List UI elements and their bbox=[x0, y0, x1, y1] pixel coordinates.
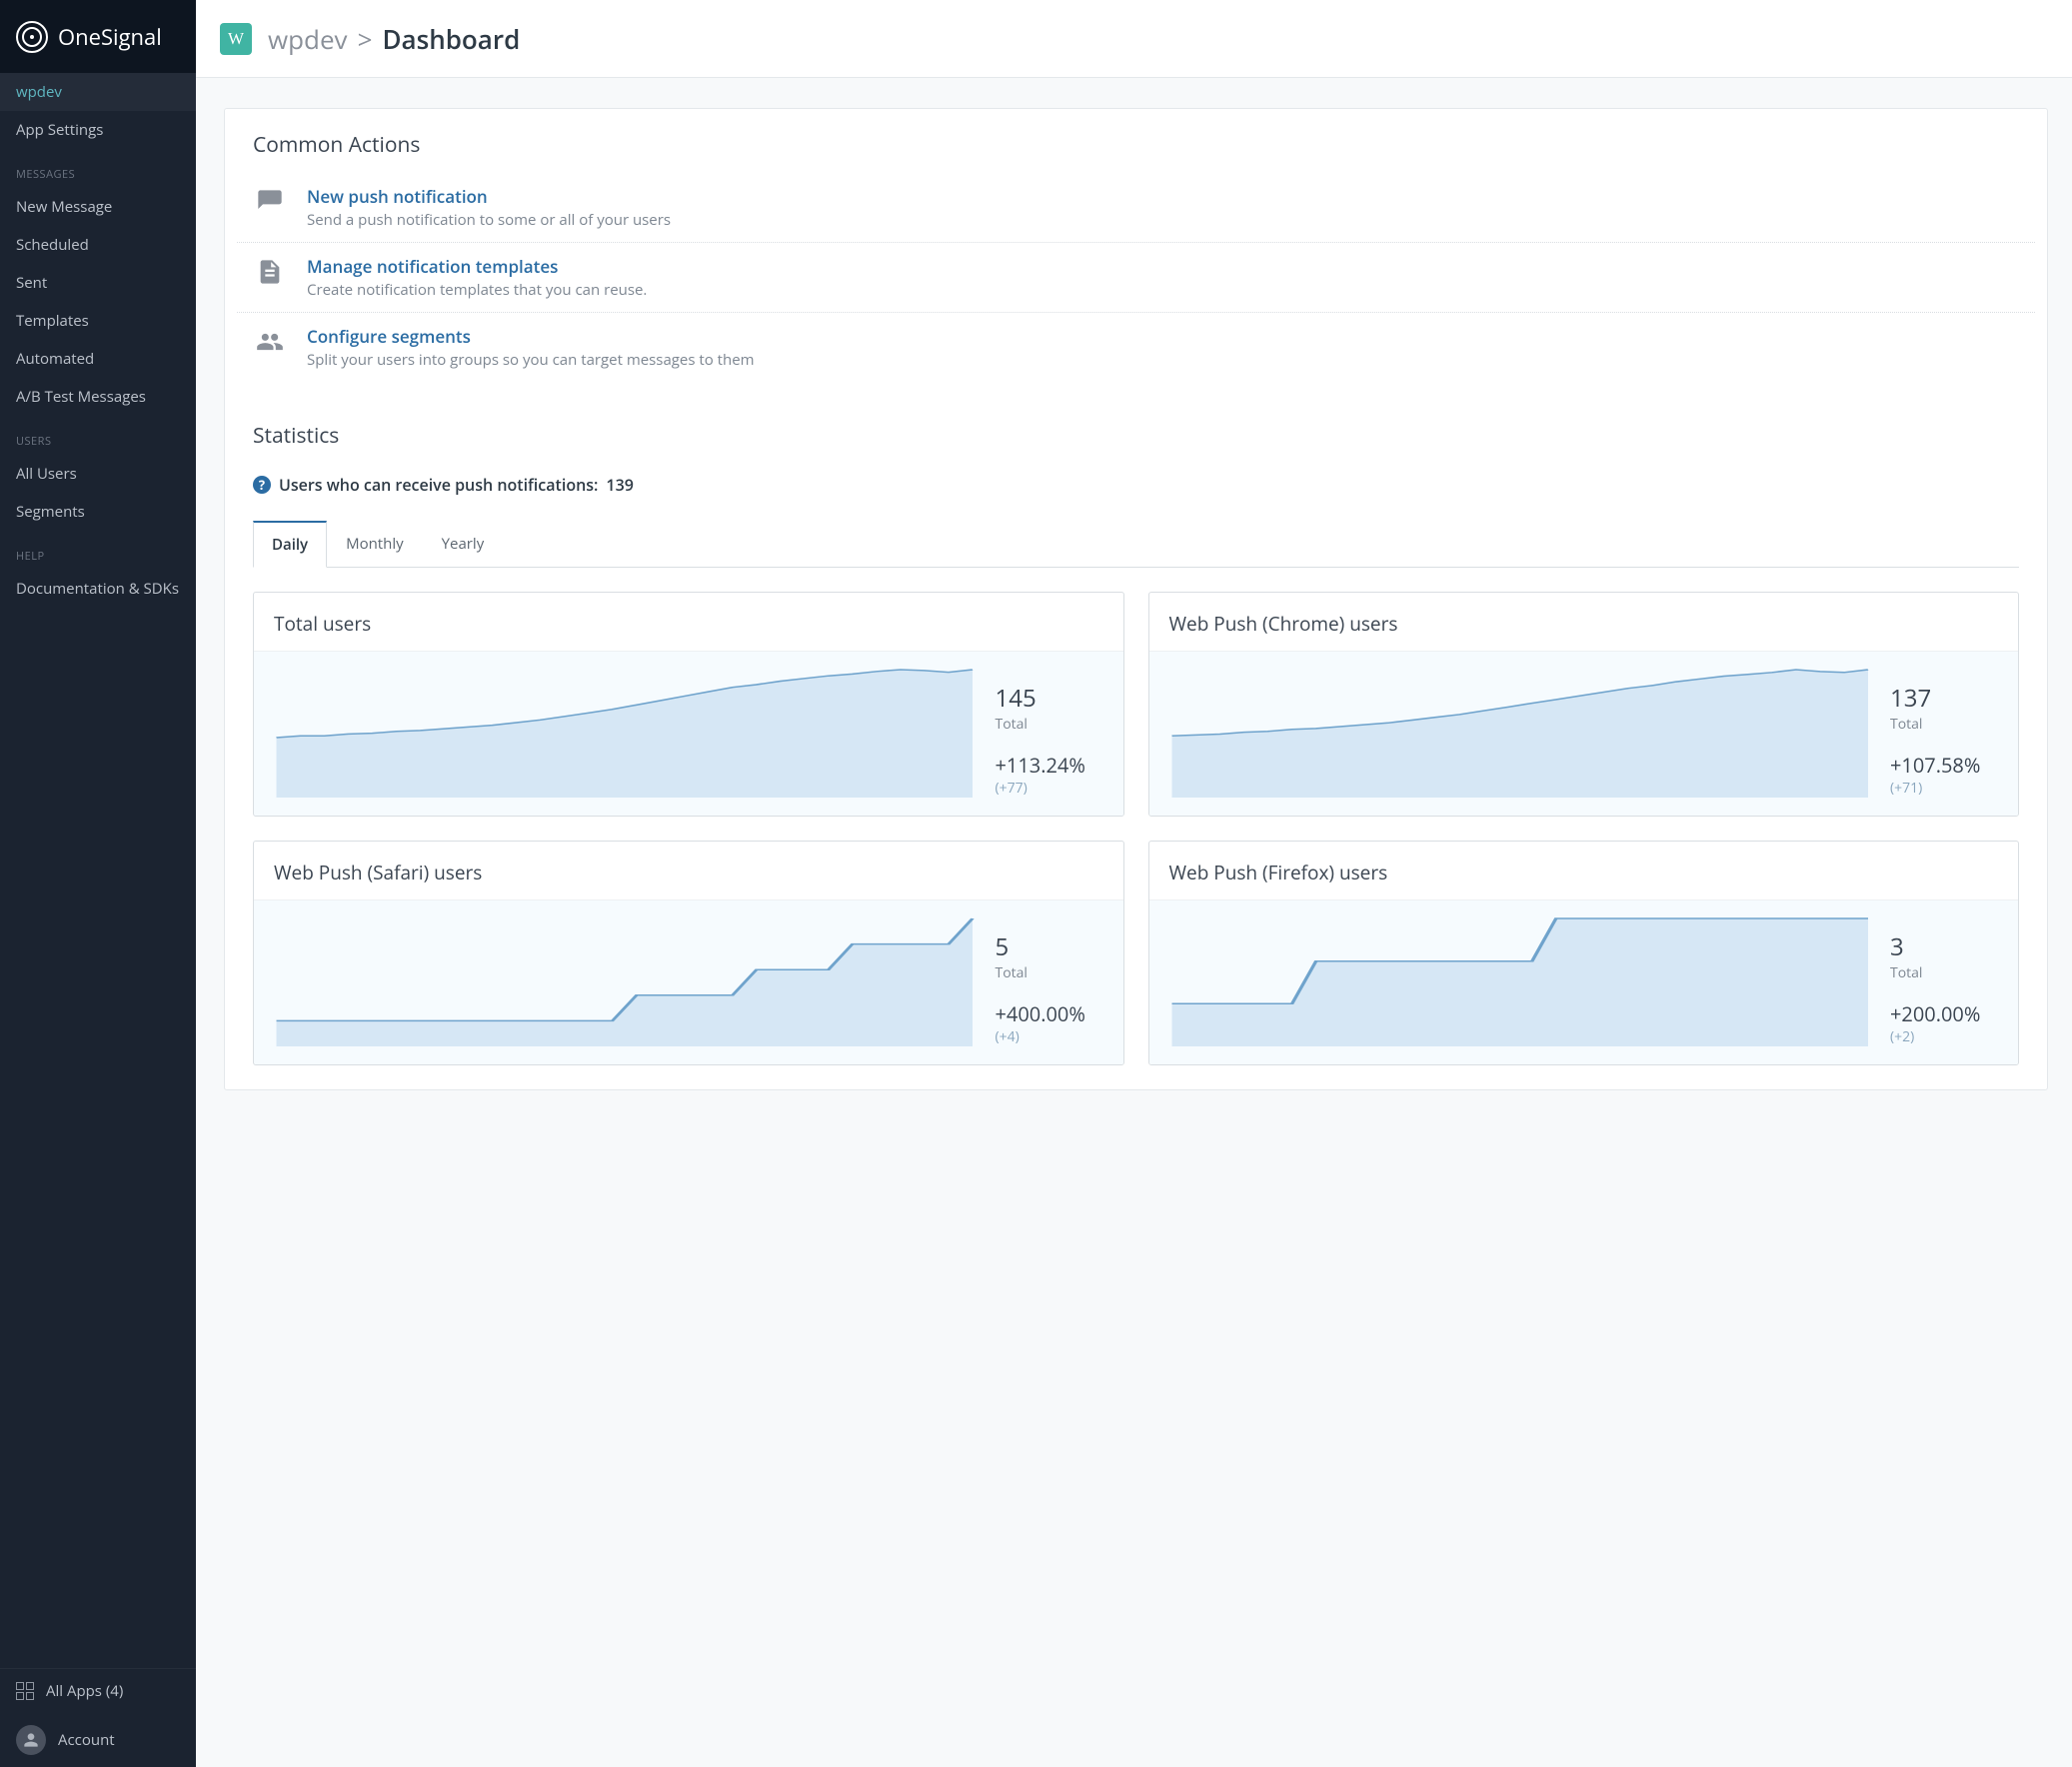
stat-value: 5 bbox=[996, 930, 1105, 963]
sidebar-item-new-message[interactable]: New Message bbox=[0, 188, 196, 226]
card-title: Total users bbox=[254, 593, 1123, 652]
action-desc: Send a push notification to some or all … bbox=[307, 210, 671, 230]
stat-value: 145 bbox=[996, 682, 1105, 715]
avatar-icon bbox=[16, 1725, 46, 1755]
tab-daily[interactable]: Daily bbox=[253, 521, 327, 568]
push-count: 139 bbox=[606, 474, 633, 496]
card-body: 3Total +200.00%(+2) bbox=[1149, 900, 2019, 1064]
common-actions-title: Common Actions bbox=[225, 109, 2047, 173]
statistics-title: Statistics bbox=[225, 400, 2047, 464]
action-new-push-notification[interactable]: New push notificationSend a push notific… bbox=[237, 173, 2035, 243]
sidebar-footer: All Apps (4) Account bbox=[0, 1668, 196, 1767]
stat-total-label: Total bbox=[996, 963, 1105, 982]
stat-pct: +400.00% bbox=[996, 1000, 1105, 1027]
sidebar-item-documentation-sdks[interactable]: Documentation & SDKs bbox=[0, 570, 196, 608]
stat-pct: +107.58% bbox=[1890, 752, 2000, 779]
card-stats: 3Total +200.00%(+2) bbox=[1890, 912, 2010, 1056]
stat-delta: (+77) bbox=[996, 779, 1105, 798]
nav-group-help: HELP bbox=[0, 531, 196, 570]
stat-total-label: Total bbox=[1890, 715, 2000, 734]
breadcrumb-sep: > bbox=[358, 21, 373, 57]
stat-card-total-users: Total users 145Total +113.24%(+77) bbox=[253, 592, 1124, 817]
area-chart bbox=[1157, 664, 1883, 804]
sidebar-header: OneSignal bbox=[0, 0, 196, 73]
onesignal-logo-icon bbox=[16, 21, 48, 53]
sidebar-nav: wpdevApp Settings MESSAGESNew MessageSch… bbox=[0, 73, 196, 1668]
area-chart bbox=[262, 912, 988, 1052]
nav-group-messages: MESSAGES bbox=[0, 149, 196, 188]
stat-card-web-push-chrome-users: Web Push (Chrome) users 137Total +107.58%(… bbox=[1148, 592, 2020, 817]
sidebar-item-templates[interactable]: Templates bbox=[0, 302, 196, 340]
action-configure-segments[interactable]: Configure segmentsSplit your users into … bbox=[237, 313, 2035, 382]
card-title: Web Push (Safari) users bbox=[254, 842, 1123, 900]
sidebar-item-scheduled[interactable]: Scheduled bbox=[0, 226, 196, 264]
app-badge: W bbox=[220, 23, 252, 55]
card-body: 145Total +113.24%(+77) bbox=[254, 652, 1123, 816]
card-title: Web Push (Chrome) users bbox=[1149, 593, 2019, 652]
stat-delta: (+4) bbox=[996, 1027, 1105, 1046]
push-label: Users who can receive push notifications… bbox=[279, 474, 598, 496]
card-body: 137Total +107.58%(+71) bbox=[1149, 652, 2019, 816]
action-list: New push notificationSend a push notific… bbox=[225, 173, 2047, 400]
card-stats: 5Total +400.00%(+4) bbox=[996, 912, 1115, 1056]
action-title: New push notification bbox=[307, 185, 671, 208]
stat-delta: (+2) bbox=[1890, 1027, 2000, 1046]
users-icon bbox=[253, 325, 287, 359]
nav-group-users: USERS bbox=[0, 416, 196, 455]
sidebar-item-all-users[interactable]: All Users bbox=[0, 455, 196, 493]
stat-total-label: Total bbox=[1890, 963, 2000, 982]
main: W wpdev > Dashboard Common Actions New p… bbox=[196, 0, 2072, 1767]
stats-cards: Total users145Total+113.24%(+77)Web Push… bbox=[225, 568, 2047, 1089]
sidebar-item-sent[interactable]: Sent bbox=[0, 264, 196, 302]
comment-icon bbox=[253, 185, 287, 219]
file-icon bbox=[253, 255, 287, 289]
brand-text: OneSignal bbox=[58, 22, 162, 52]
content: Common Actions New push notificationSend… bbox=[196, 78, 2072, 1767]
stat-delta: (+71) bbox=[1890, 779, 2000, 798]
action-desc: Create notification templates that you c… bbox=[307, 280, 647, 300]
sidebar-item-app-settings[interactable]: App Settings bbox=[0, 111, 196, 149]
stat-pct: +200.00% bbox=[1890, 1000, 2000, 1027]
breadcrumb-app[interactable]: wpdev bbox=[268, 21, 348, 57]
card-body: 5Total +400.00%(+4) bbox=[254, 900, 1123, 1064]
apps-grid-icon bbox=[16, 1682, 34, 1700]
breadcrumb: wpdev > Dashboard bbox=[268, 21, 520, 57]
action-title: Manage notification templates bbox=[307, 255, 647, 278]
help-icon[interactable]: ? bbox=[253, 476, 271, 494]
stat-value: 3 bbox=[1890, 930, 2000, 963]
sidebar-item-a-b-test-messages[interactable]: A/B Test Messages bbox=[0, 378, 196, 416]
all-apps-link[interactable]: All Apps (4) bbox=[0, 1669, 196, 1713]
stat-total-label: Total bbox=[996, 715, 1105, 734]
stats-tabs: DailyMonthlyYearly bbox=[253, 520, 2019, 568]
breadcrumb-current: Dashboard bbox=[382, 21, 520, 57]
sidebar-item-automated[interactable]: Automated bbox=[0, 340, 196, 378]
stat-card-web-push-safari-users: Web Push (Safari) users 5Total +400.00%(+4… bbox=[253, 841, 1124, 1065]
stat-value: 137 bbox=[1890, 682, 2000, 715]
area-chart bbox=[1157, 912, 1883, 1052]
tab-yearly[interactable]: Yearly bbox=[423, 521, 504, 568]
account-link[interactable]: Account bbox=[0, 1713, 196, 1767]
sidebar: OneSignal wpdevApp Settings MESSAGESNew … bbox=[0, 0, 196, 1767]
stat-card-web-push-firefox-users: Web Push (Firefox) users 3Total +200.00%(+… bbox=[1148, 841, 2020, 1065]
area-chart bbox=[262, 664, 988, 804]
tab-monthly[interactable]: Monthly bbox=[327, 521, 423, 568]
card-stats: 137Total +107.58%(+71) bbox=[1890, 664, 2010, 808]
all-apps-label: All Apps (4) bbox=[46, 1681, 123, 1701]
sidebar-item-wpdev[interactable]: wpdev bbox=[0, 73, 196, 111]
action-manage-notification-templates[interactable]: Manage notification templatesCreate noti… bbox=[237, 243, 2035, 313]
sidebar-item-segments[interactable]: Segments bbox=[0, 493, 196, 531]
account-label: Account bbox=[58, 1730, 115, 1750]
stats-push-header: ? Users who can receive push notificatio… bbox=[225, 464, 2047, 502]
action-desc: Split your users into groups so you can … bbox=[307, 350, 755, 370]
action-title: Configure segments bbox=[307, 325, 755, 348]
card-stats: 145Total +113.24%(+77) bbox=[996, 664, 1115, 808]
panel-main: Common Actions New push notificationSend… bbox=[224, 108, 2048, 1090]
card-title: Web Push (Firefox) users bbox=[1149, 842, 2019, 900]
stat-pct: +113.24% bbox=[996, 752, 1105, 779]
topbar: W wpdev > Dashboard bbox=[196, 0, 2072, 78]
